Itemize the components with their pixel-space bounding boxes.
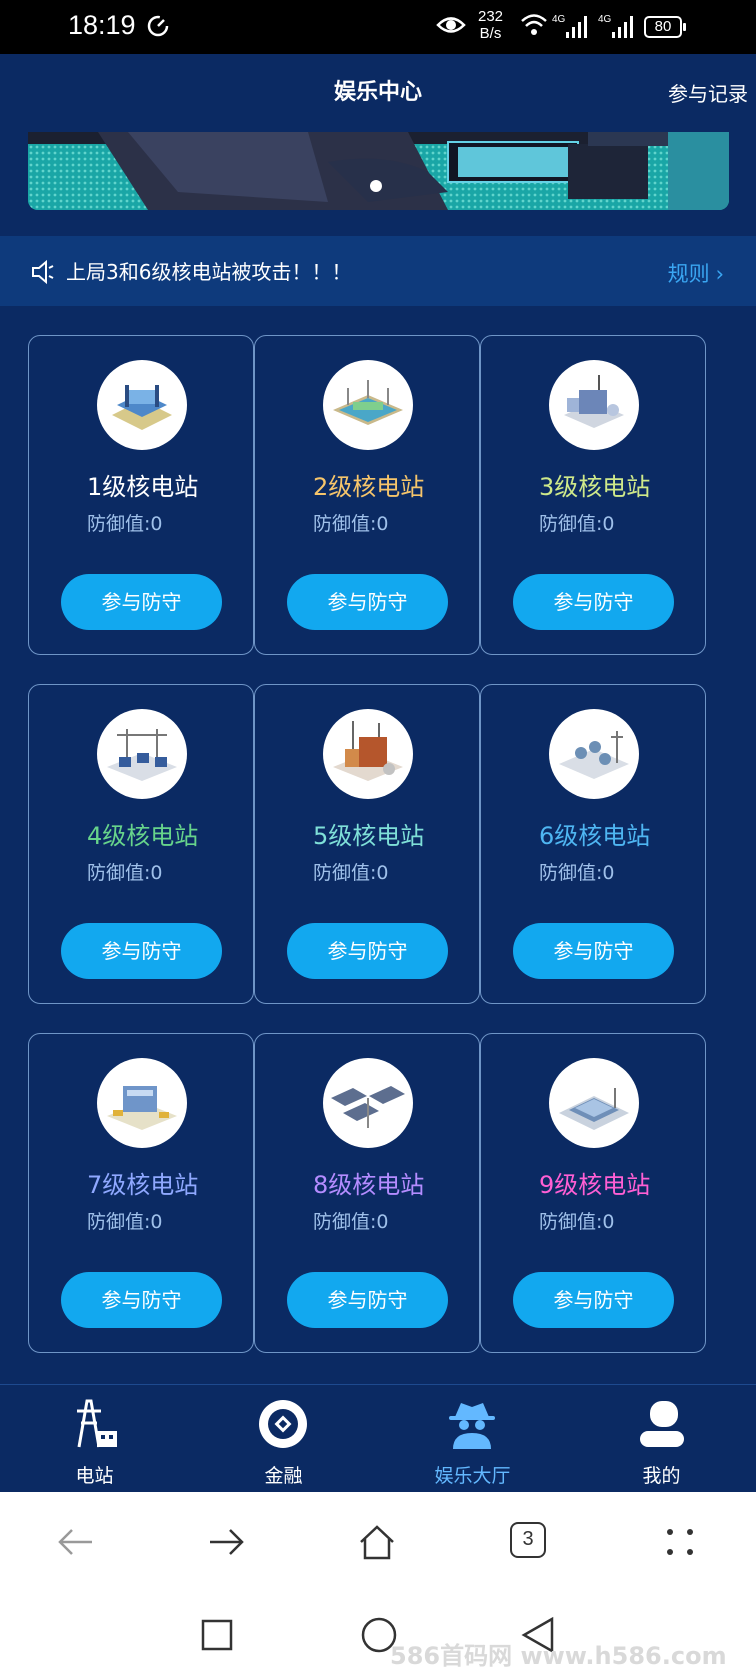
defense-value: 防御值:0: [87, 1211, 163, 1233]
station-card: 3级核电站 防御值:0 参与防守: [480, 335, 706, 655]
nav-item-finance[interactable]: 金融: [189, 1385, 378, 1493]
speedometer-icon: [147, 15, 169, 37]
signal-1-label: 4G: [552, 14, 566, 25]
station-name: 1级核电站: [87, 473, 199, 501]
participation-record-link[interactable]: 参与记录: [668, 78, 748, 107]
defense-value: 防御值:0: [539, 513, 615, 535]
power-tower-icon: [77, 1399, 117, 1448]
station-card: 6级核电站 防御值:0 参与防守: [480, 684, 706, 1004]
more-menu-icon[interactable]: [660, 1522, 700, 1562]
tabs-button[interactable]: 3: [510, 1522, 546, 1558]
join-defense-button[interactable]: 参与防守: [61, 574, 222, 630]
station-image: [323, 360, 413, 450]
join-defense-button[interactable]: 参与防守: [513, 1272, 674, 1328]
forward-arrow-icon[interactable]: [206, 1522, 246, 1562]
back-arrow-icon[interactable]: [56, 1522, 96, 1562]
defense-value: 防御值:0: [313, 513, 389, 535]
bottom-navigation: 电站 金融 娱乐大厅 我的: [0, 1384, 756, 1493]
rules-label: 规则: [667, 262, 710, 286]
speaker-icon: [32, 259, 54, 285]
join-defense-button[interactable]: 参与防守: [61, 923, 222, 979]
user-icon: [640, 1401, 684, 1447]
signal-icon: 4G: [598, 14, 633, 38]
join-defense-button[interactable]: 参与防守: [513, 574, 674, 630]
defense-value: 防御值:0: [313, 862, 389, 884]
station-image: [549, 360, 639, 450]
station-card: 9级核电站 防御值:0 参与防守: [480, 1033, 706, 1353]
station-image: [97, 709, 187, 799]
station-name: 4级核电站: [87, 822, 199, 850]
station-card: 7级核电站 防御值:0 参与防守: [28, 1033, 254, 1353]
home-icon[interactable]: [357, 1522, 397, 1562]
station-image: [549, 709, 639, 799]
join-defense-button[interactable]: 参与防守: [61, 1272, 222, 1328]
network-speed-unit: B/s: [479, 25, 502, 42]
clock: 18:19: [68, 10, 136, 40]
station-image: [97, 1058, 187, 1148]
nav-label: 娱乐大厅: [434, 1465, 511, 1487]
chevron-right-icon: ›: [715, 262, 724, 286]
station-card: 5级核电站 防御值:0 参与防守: [254, 684, 480, 1004]
join-defense-button[interactable]: 参与防守: [513, 923, 674, 979]
join-defense-button[interactable]: 参与防守: [287, 574, 448, 630]
nav-item-power-station[interactable]: 电站: [0, 1385, 189, 1493]
station-name: 6级核电站: [539, 822, 651, 850]
network-speed: 232 B/s: [478, 8, 503, 42]
nav-item-entertainment-hall[interactable]: 娱乐大厅: [378, 1385, 567, 1493]
carousel-indicator[interactable]: [370, 180, 382, 192]
defense-value: 防御值:0: [539, 1211, 615, 1233]
station-name: 2级核电站: [313, 473, 425, 501]
network-speed-value: 232: [478, 8, 504, 25]
station-image: [323, 709, 413, 799]
station-name: 3级核电站: [539, 473, 651, 501]
page-header: 娱乐中心 参与记录: [0, 54, 756, 130]
status-bar: 18:19 232 B/s 4G 4G 80: [0, 0, 756, 54]
banner-image: [28, 132, 729, 210]
station-card: 1级核电站 防御值:0 参与防守: [28, 335, 254, 655]
page-title: 娱乐中心: [333, 80, 422, 105]
browser-toolbar: 3: [0, 1492, 756, 1592]
station-card: 8级核电站 防御值:0 参与防守: [254, 1033, 480, 1353]
station-image: [97, 360, 187, 450]
watermark: 586首码网 www.h586.com: [390, 1642, 727, 1670]
banner-carousel[interactable]: [28, 132, 729, 210]
station-card: 4级核电站 防御值:0 参与防守: [28, 684, 254, 1004]
recent-apps-icon[interactable]: [200, 1618, 234, 1652]
station-card: 2级核电站 防御值:0 参与防守: [254, 335, 480, 655]
station-name: 9级核电站: [539, 1171, 651, 1199]
nav-item-profile[interactable]: 我的: [567, 1385, 756, 1493]
signal-icon: 4G: [552, 14, 587, 38]
join-defense-button[interactable]: 参与防守: [287, 923, 448, 979]
defense-value: 防御值:0: [313, 1211, 389, 1233]
rules-link[interactable]: 规则 ›: [668, 258, 724, 288]
defense-value: 防御值:0: [87, 862, 163, 884]
coin-icon: [259, 1400, 307, 1448]
station-image: [549, 1058, 639, 1148]
station-name: 7级核电站: [87, 1171, 199, 1199]
wifi-icon: [521, 14, 547, 35]
notice-bar: 上局3和6级核电站被攻击！！！ 规则 ›: [0, 236, 756, 306]
signal-2-label: 4G: [598, 14, 612, 25]
eye-icon: [436, 17, 466, 33]
join-defense-button[interactable]: 参与防守: [287, 1272, 448, 1328]
nav-label: 我的: [642, 1465, 681, 1487]
nav-label: 金融: [264, 1465, 303, 1487]
defense-value: 防御值:0: [87, 513, 163, 535]
spy-icon: [449, 1403, 495, 1449]
station-image: [323, 1058, 413, 1148]
battery-indicator: 80: [644, 16, 686, 38]
defense-value: 防御值:0: [539, 862, 615, 884]
notice-text: 上局3和6级核电站被攻击！！！: [66, 260, 352, 284]
system-navigation-bar: 586首码网 www.h586.com: [0, 1592, 756, 1680]
nav-label: 电站: [75, 1465, 114, 1487]
station-name: 5级核电站: [313, 822, 425, 850]
station-name: 8级核电站: [313, 1171, 425, 1199]
